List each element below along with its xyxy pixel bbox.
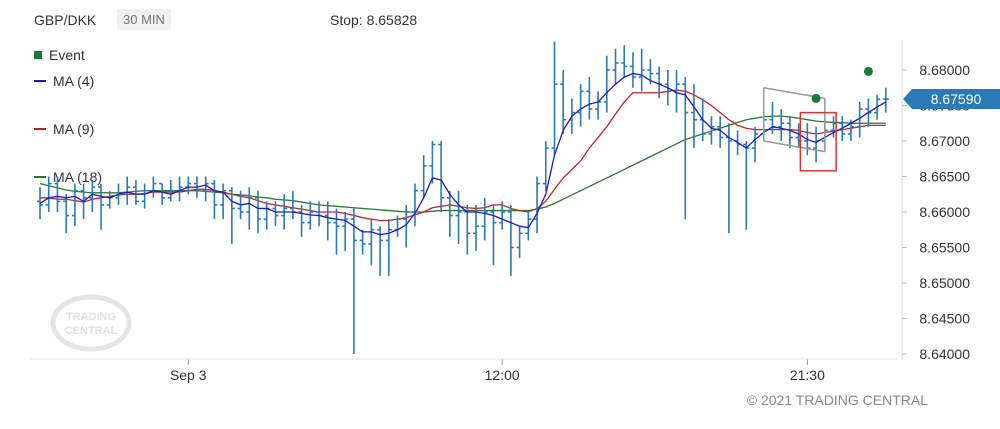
ohlc-bar [743,141,750,230]
ohlc-bar [455,190,462,244]
ohlc-bar [385,219,392,276]
ma18-line [39,115,886,213]
y-axis: 8.680008.675008.670008.665008.660008.655… [901,40,970,362]
ohlc-bar [368,219,375,266]
ohlc-bar [778,109,785,141]
ohlc-bar [507,204,514,276]
ohlc-bar [516,226,523,259]
ohlc-bar [132,180,139,205]
ohlc-bar [551,41,558,156]
ohlc-bar [141,183,148,209]
ohlc-bar [150,176,157,198]
ohlc-bar [411,183,418,227]
ohlc-bar [342,212,349,252]
price-chart[interactable]: TRADING CENTRAL 8.680008.675008.670008.6… [0,0,1000,429]
watermark-line2: CENTRAL [65,325,118,337]
y-tick-label: 8.67000 [919,133,970,149]
ohlc-bar [228,187,235,244]
ma9-line [40,89,886,222]
ohlc-bar [438,141,445,212]
ohlc-bar [603,55,610,113]
ohlc-bar [71,183,78,227]
current-price-value: 8.67590 [931,91,982,107]
current-price-tag: 8.67590 [903,89,1000,109]
x-axis: Sep 3 12:00 21:30 [30,358,898,383]
ohlc-bar [577,84,584,127]
ohlc-bar [813,126,820,163]
ohlc-bar [220,183,227,220]
ohlc-bar [159,182,166,205]
x-tick-label: 21:30 [790,367,825,383]
ohlc-bar [45,176,52,212]
ohlc-bars [37,41,889,354]
ohlc-bar [263,201,270,230]
ohlc-bar [525,212,532,241]
y-tick-label: 8.68000 [919,62,970,78]
ohlc-bar [333,208,340,255]
ma9-series [40,89,886,222]
x-tick-label: Sep 3 [170,367,207,383]
copyright: © 2021 TRADING CENTRAL [746,392,928,408]
watermark-line1: TRADING [66,311,116,323]
ohlc-bar [324,201,331,241]
ohlc-bar [560,70,567,134]
event-marker [863,66,873,76]
ohlc-bar [752,126,759,163]
ohlc-bar [176,176,183,202]
y-tick-label: 8.65000 [919,275,970,291]
ohlc-bar [429,141,436,184]
ohlc-bar [629,52,636,88]
ohlc-bar [612,48,619,85]
y-tick-label: 8.66000 [919,204,970,220]
y-tick-label: 8.64000 [919,346,970,362]
ohlc-bar [124,176,131,205]
trading-central-logo: TRADING CENTRAL [50,294,132,352]
ohlc-bar [394,215,401,237]
ohlc-bar [595,91,602,120]
ohlc-bar [54,176,61,212]
ohlc-bar [786,116,793,149]
ohlc-bar [638,48,645,92]
y-tick-label: 8.65500 [919,240,970,256]
ohlc-bar [359,229,366,255]
ohlc-bar [211,180,218,220]
event-marker [811,93,821,103]
ohlc-bar [725,123,732,234]
ohlc-bar [350,208,357,354]
chart-widget: GBP/DKK 30 MIN Stop: 8.65828 Event MA (4… [0,0,1000,429]
ohlc-bar [882,87,889,113]
ohlc-bar [656,66,663,99]
ohlc-bar [481,197,488,241]
ma18-series [39,115,886,213]
y-tick-label: 8.66500 [919,169,970,185]
x-tick-label: 12:00 [485,367,520,383]
ohlc-bar [621,45,628,78]
ohlc-bar [98,183,105,230]
y-tick-label: 8.64500 [919,311,970,327]
ohlc-bar [586,77,593,120]
ohlc-bar [534,176,541,234]
ohlc-bar [289,190,296,220]
ohlc-bar [490,204,497,266]
ohlc-bar [246,187,253,230]
